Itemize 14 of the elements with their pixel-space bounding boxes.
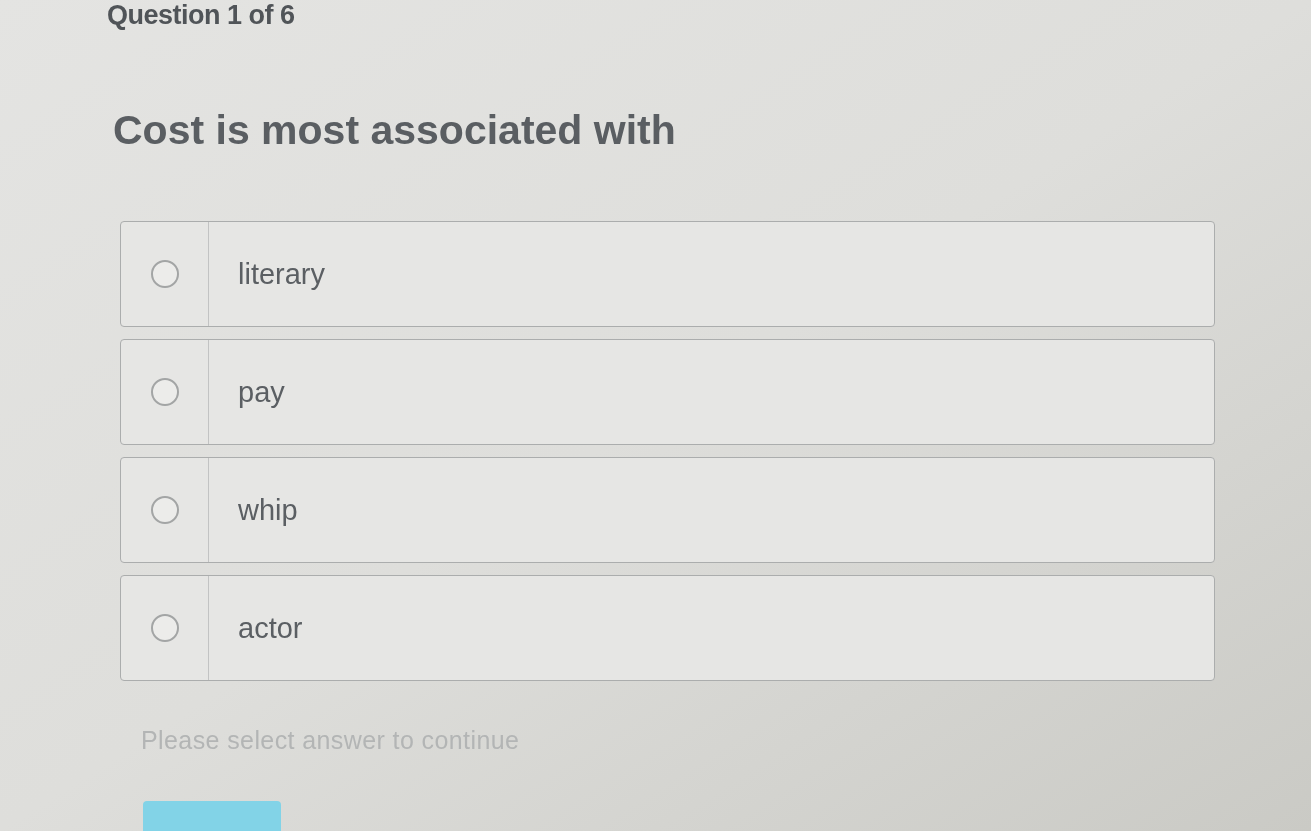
radio-button[interactable] bbox=[150, 614, 179, 642]
option-label: literary bbox=[238, 257, 325, 291]
radio-button[interactable] bbox=[150, 496, 179, 524]
answer-option[interactable]: whip bbox=[120, 457, 1215, 563]
question-title: Cost is most associated with bbox=[113, 106, 676, 155]
radio-button[interactable] bbox=[150, 378, 179, 406]
radio-button[interactable] bbox=[150, 260, 179, 288]
answer-option[interactable]: literary bbox=[120, 221, 1215, 327]
option-label: whip bbox=[238, 493, 298, 527]
answer-option[interactable]: actor bbox=[120, 575, 1215, 681]
option-label: pay bbox=[238, 375, 285, 409]
answer-option[interactable]: pay bbox=[120, 339, 1215, 445]
option-label: actor bbox=[238, 611, 303, 645]
question-counter: Question 1 of 6 bbox=[107, 0, 295, 30]
